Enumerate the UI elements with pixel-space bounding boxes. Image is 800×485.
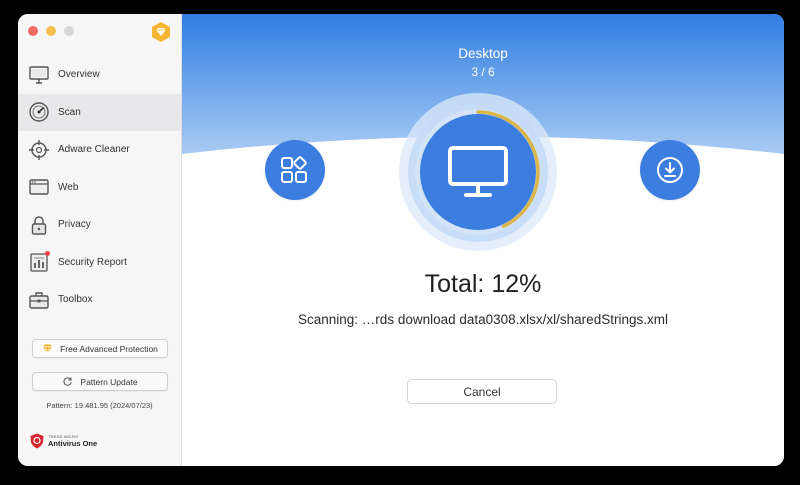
lock-icon — [28, 214, 50, 236]
window-zoom-button[interactable] — [64, 26, 74, 36]
brand-product-name: Antivirus One — [48, 438, 98, 448]
toolbox-icon — [28, 289, 50, 311]
pattern-update-label: Pattern Update — [80, 376, 138, 387]
sidebar-item-label: Toolbox — [58, 294, 93, 306]
sidebar-item-privacy[interactable]: Privacy — [18, 206, 181, 244]
scan-panel: Desktop 3 / 6 Total: 12% Scanning: …rds … — [182, 14, 784, 466]
total-progress: Total: 12% — [424, 270, 542, 298]
brand-logo: TREND MICRO Antivirus One — [30, 433, 97, 449]
sidebar-item-label: Overview — [58, 69, 100, 81]
pattern-update-button[interactable]: Pattern Update — [32, 372, 168, 391]
apps-grid-icon — [281, 156, 307, 183]
scan-location: Desktop — [458, 46, 508, 61]
free-advanced-protection-label: Free Advanced Protection — [60, 343, 158, 354]
downloads-scan-step — [640, 140, 700, 200]
monitor-icon — [28, 64, 50, 86]
premium-diamond-icon[interactable] — [150, 21, 172, 43]
cancel-button[interactable]: Cancel — [407, 379, 557, 404]
sidebar-item-label: Scan — [58, 106, 81, 118]
crosshair-icon — [28, 139, 50, 161]
pattern-version: Pattern: 19.481.95 (2024/07/23) — [46, 401, 153, 410]
sidebar-item-overview[interactable]: Overview — [18, 56, 181, 94]
apps-scan-step — [265, 140, 325, 200]
window-close-button[interactable] — [28, 26, 38, 36]
sidebar-item-label: Security Report — [58, 256, 127, 268]
shield-logo-icon — [30, 433, 44, 449]
app-window: Overview Scan Adware Cleaner Web Privacy… — [18, 14, 784, 466]
monitor-icon — [448, 146, 508, 197]
sidebar: Overview Scan Adware Cleaner Web Privacy… — [18, 14, 182, 466]
refresh-icon — [62, 376, 73, 387]
sidebar-item-scan[interactable]: Scan — [18, 93, 181, 131]
window-minimize-button[interactable] — [46, 26, 56, 36]
download-icon — [657, 157, 683, 183]
free-advanced-protection-button[interactable]: Free Advanced Protection — [32, 339, 168, 358]
gauge-icon — [28, 101, 50, 123]
diamond-icon — [42, 343, 53, 354]
window-controls — [28, 26, 74, 36]
sidebar-item-web[interactable]: Web — [18, 169, 181, 207]
desktop-scan-step — [448, 142, 508, 202]
sidebar-nav: Overview Scan Adware Cleaner Web Privacy… — [18, 56, 181, 319]
report-chart-icon — [28, 251, 50, 273]
sidebar-item-label: Web — [58, 181, 79, 193]
sidebar-item-label: Privacy — [58, 219, 91, 231]
scan-step-count: 3 / 6 — [471, 65, 495, 79]
scanning-file-path: Scanning: …rds download data0308.xlsx/xl… — [298, 312, 668, 327]
sidebar-item-label: Adware Cleaner — [58, 144, 130, 156]
sidebar-item-toolbox[interactable]: Toolbox — [18, 281, 181, 319]
sidebar-item-security-report[interactable]: Security Report — [18, 244, 181, 282]
sidebar-item-adware-cleaner[interactable]: Adware Cleaner — [18, 131, 181, 169]
browser-window-icon — [28, 176, 50, 198]
